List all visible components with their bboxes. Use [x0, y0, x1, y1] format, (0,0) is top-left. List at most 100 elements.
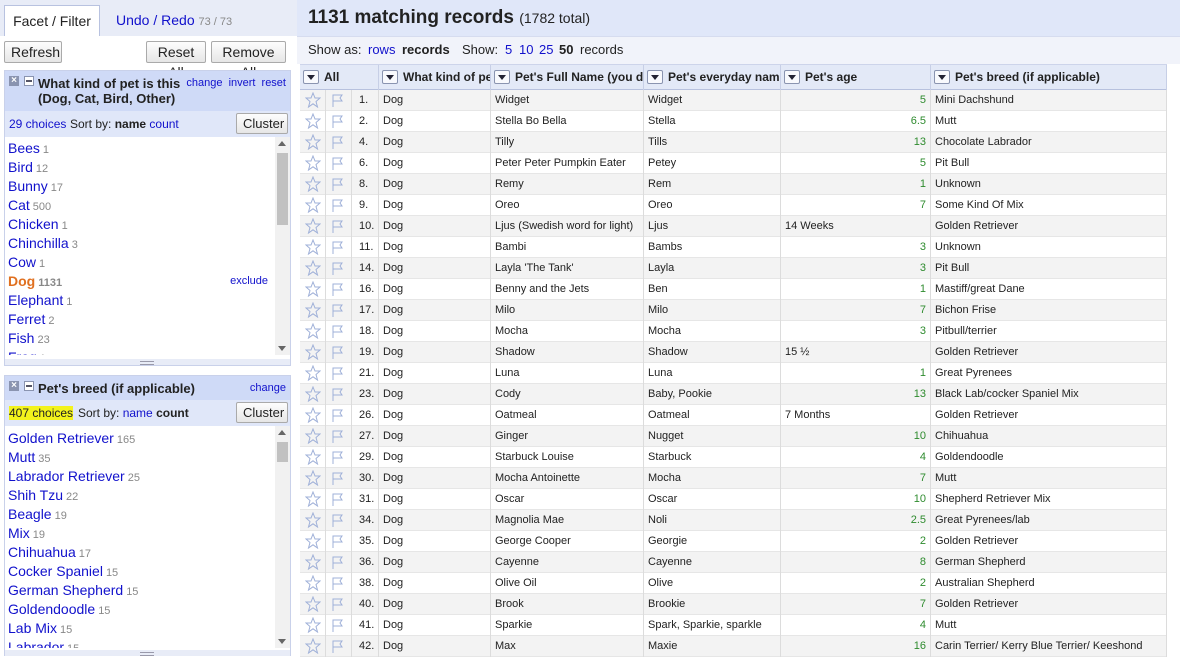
breed-cell[interactable]: Mastiff/great Dane	[931, 279, 1167, 300]
flag-icon[interactable]	[331, 177, 345, 192]
pet-kind-cell[interactable]: Dog	[379, 489, 491, 510]
everyday-name-cell[interactable]: Nugget	[644, 426, 781, 447]
age-cell[interactable]: 5	[781, 153, 931, 174]
flag-icon[interactable]	[331, 366, 345, 381]
age-cell[interactable]: 15 ½	[781, 342, 931, 363]
everyday-name-cell[interactable]: Stella	[644, 111, 781, 132]
facet-choice[interactable]: Fish 23	[5, 329, 290, 348]
full-name-cell[interactable]: Luna	[491, 363, 644, 384]
everyday-name-cell[interactable]: Starbuck	[644, 447, 781, 468]
page-size-50[interactable]: 50	[559, 42, 573, 57]
pet-kind-cell[interactable]: Dog	[379, 237, 491, 258]
breed-cell[interactable]: Mutt	[931, 468, 1167, 489]
pet-kind-cell[interactable]: Dog	[379, 405, 491, 426]
sort-by-count[interactable]: count	[156, 406, 189, 420]
facet-choice[interactable]: Bees 1	[5, 139, 290, 158]
everyday-name-cell[interactable]: Oreo	[644, 195, 781, 216]
facet-choice[interactable]: Chicken 1	[5, 215, 290, 234]
pet-kind-cell[interactable]: Dog	[379, 552, 491, 573]
flag-icon[interactable]	[331, 303, 345, 318]
breed-cell[interactable]: Great Pyrenees	[931, 363, 1167, 384]
breed-cell[interactable]: Mutt	[931, 615, 1167, 636]
full-name-cell[interactable]: Max	[491, 636, 644, 657]
pet-kind-cell[interactable]: Dog	[379, 636, 491, 657]
age-cell[interactable]: 1	[781, 174, 931, 195]
column-menu-icon[interactable]	[647, 70, 663, 84]
age-cell[interactable]: 13	[781, 384, 931, 405]
everyday-name-cell[interactable]: Luna	[644, 363, 781, 384]
star-icon[interactable]	[304, 574, 322, 592]
flag-icon[interactable]	[331, 156, 345, 171]
breed-cell[interactable]: Mini Dachshund	[931, 90, 1167, 111]
pet-kind-cell[interactable]: Dog	[379, 132, 491, 153]
breed-cell[interactable]: Shepherd Retriever Mix	[931, 489, 1167, 510]
facet-choice[interactable]: Bird 12	[5, 158, 290, 177]
breed-cell[interactable]: Great Pyrenees/lab	[931, 510, 1167, 531]
facet-resize-handle[interactable]	[5, 650, 290, 656]
collapse-facet-icon[interactable]	[24, 76, 34, 86]
facet-invert-link[interactable]: invert	[229, 77, 256, 89]
pet-kind-cell[interactable]: Dog	[379, 258, 491, 279]
full-name-cell[interactable]: Sparkie	[491, 615, 644, 636]
cluster-button[interactable]: Cluster	[236, 113, 288, 134]
age-cell[interactable]: 8	[781, 552, 931, 573]
scroll-down-icon[interactable]	[278, 639, 286, 644]
breed-cell[interactable]: Mutt	[931, 111, 1167, 132]
everyday-name-cell[interactable]: Mocha	[644, 321, 781, 342]
flag-icon[interactable]	[331, 429, 345, 444]
age-cell[interactable]: 3	[781, 237, 931, 258]
everyday-name-cell[interactable]: Shadow	[644, 342, 781, 363]
star-icon[interactable]	[304, 280, 322, 298]
star-icon[interactable]	[304, 385, 322, 403]
breed-cell[interactable]: Unknown	[931, 174, 1167, 195]
everyday-name-cell[interactable]: Maxie	[644, 636, 781, 657]
full-name-cell[interactable]: Ginger	[491, 426, 644, 447]
facet-choice[interactable]: Lab Mix 15	[5, 619, 290, 638]
pet-kind-cell[interactable]: Dog	[379, 153, 491, 174]
star-icon[interactable]	[304, 196, 322, 214]
breed-cell[interactable]: Some Kind Of Mix	[931, 195, 1167, 216]
breed-cell[interactable]: Golden Retriever	[931, 405, 1167, 426]
full-name-cell[interactable]: Tilly	[491, 132, 644, 153]
flag-icon[interactable]	[331, 261, 345, 276]
age-cell[interactable]: 1	[781, 279, 931, 300]
age-cell[interactable]: 4	[781, 615, 931, 636]
column-menu-icon[interactable]	[784, 70, 800, 84]
flag-icon[interactable]	[331, 114, 345, 129]
age-cell[interactable]: 3	[781, 321, 931, 342]
full-name-cell[interactable]: Cayenne	[491, 552, 644, 573]
everyday-name-cell[interactable]: Widget	[644, 90, 781, 111]
age-cell[interactable]: 4	[781, 447, 931, 468]
everyday-name-cell[interactable]: Layla	[644, 258, 781, 279]
star-icon[interactable]	[304, 175, 322, 193]
facet-choice[interactable]: Cocker Spaniel 15	[5, 562, 290, 581]
breed-cell[interactable]: Chihuahua	[931, 426, 1167, 447]
age-cell[interactable]: 7 Months	[781, 405, 931, 426]
choices-count[interactable]: 29 choices	[9, 117, 66, 131]
facet-choice[interactable]: Beagle 19	[5, 505, 290, 524]
pet-kind-cell[interactable]: Dog	[379, 321, 491, 342]
facet-exclude-link[interactable]: exclude	[230, 272, 268, 291]
facet-choice[interactable]: Mix 19	[5, 524, 290, 543]
collapse-facet-icon[interactable]	[24, 381, 34, 391]
pet-kind-cell[interactable]: Dog	[379, 342, 491, 363]
full-name-cell[interactable]: Remy	[491, 174, 644, 195]
flag-icon[interactable]	[331, 492, 345, 507]
scroll-down-icon[interactable]	[278, 346, 286, 351]
breed-cell[interactable]: Pitbull/terrier	[931, 321, 1167, 342]
facet-choice[interactable]: Labrador15	[5, 638, 290, 648]
everyday-name-cell[interactable]: Bambs	[644, 237, 781, 258]
flag-icon[interactable]	[331, 576, 345, 591]
star-icon[interactable]	[304, 616, 322, 634]
breed-cell[interactable]: Chocolate Labrador	[931, 132, 1167, 153]
pet-kind-cell[interactable]: Dog	[379, 111, 491, 132]
age-cell[interactable]: 7	[781, 300, 931, 321]
facet-change-link[interactable]: change	[186, 77, 222, 89]
pet-kind-cell[interactable]: Dog	[379, 195, 491, 216]
facet-reset-link[interactable]: reset	[262, 77, 286, 89]
full-name-cell[interactable]: Magnolia Mae	[491, 510, 644, 531]
star-icon[interactable]	[304, 469, 322, 487]
choices-count[interactable]: 407 choices	[9, 406, 74, 420]
full-name-cell[interactable]: Ljus (Swedish word for light)	[491, 216, 644, 237]
breed-cell[interactable]: Unknown	[931, 237, 1167, 258]
